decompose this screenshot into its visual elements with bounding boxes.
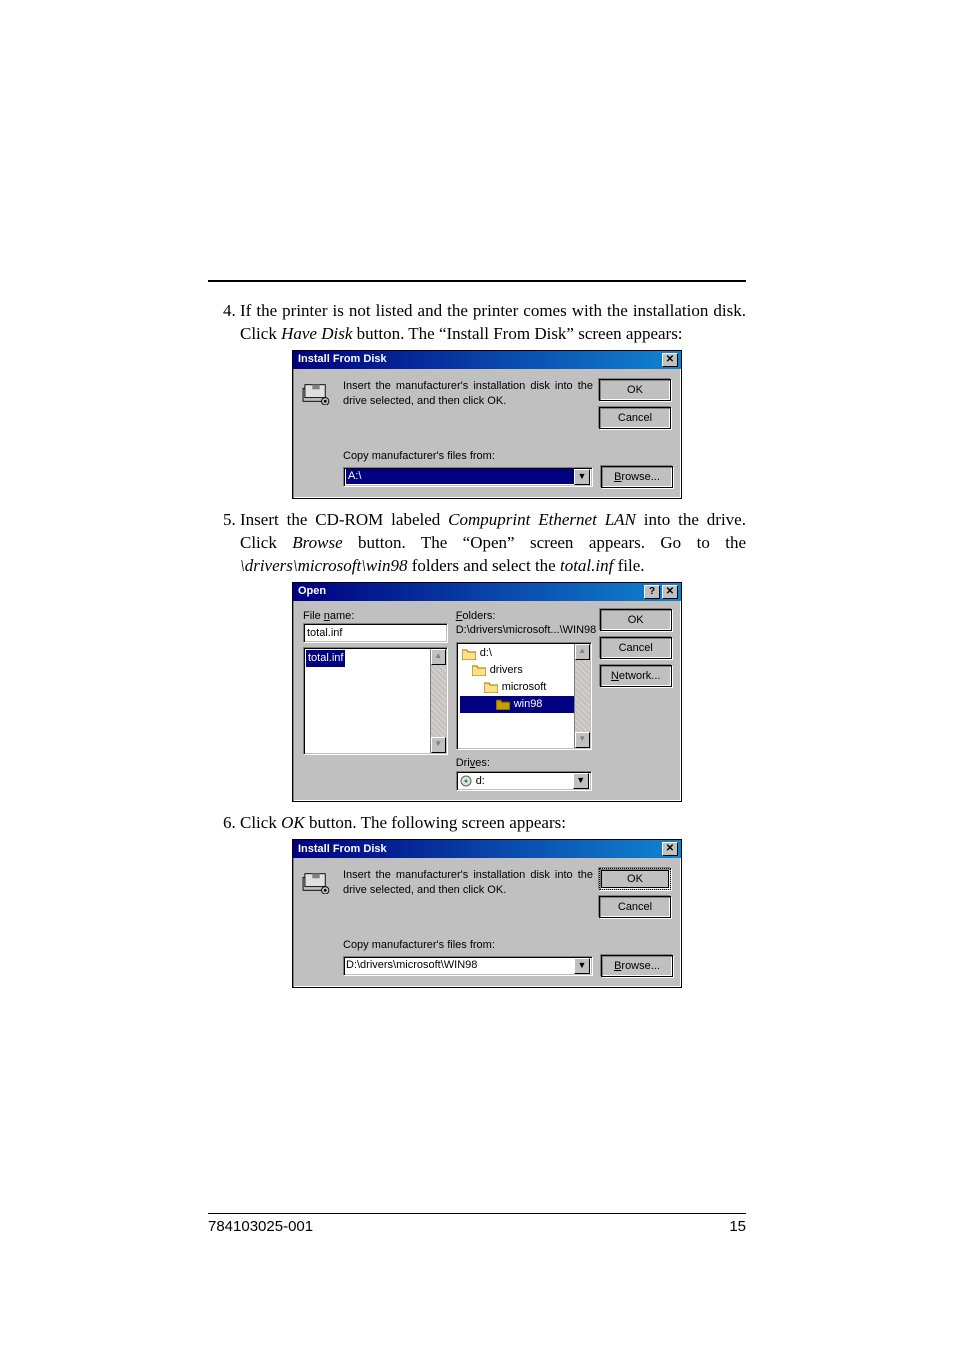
path-value: D:\drivers\microsoft\WIN98 — [346, 958, 574, 973]
chevron-down-icon[interactable]: ▼ — [574, 958, 590, 974]
s5g: folders and select the — [408, 556, 560, 575]
dialog-message: Insert the manufacturer's installation d… — [343, 868, 599, 924]
cancel-button[interactable]: Cancel — [599, 896, 671, 918]
scroll-down-icon[interactable]: ▼ — [575, 732, 590, 748]
drives-label: Drives: — [456, 756, 592, 771]
page-footer: 784103025-001 15 — [208, 1213, 746, 1235]
help-icon[interactable]: ? — [644, 585, 660, 599]
inf-label: total.inf — [560, 556, 613, 575]
cancel-button[interactable]: Cancel — [599, 407, 671, 429]
scrollbar[interactable]: ▲ ▼ — [430, 649, 446, 753]
path-combobox[interactable]: A:\ ▼ — [343, 467, 593, 487]
path-value: A:\ — [346, 469, 574, 484]
folder-tree[interactable]: d:\ drivers microsoft — [456, 642, 592, 750]
copy-from-label: Copy manufacturer's files from: — [343, 449, 673, 464]
install-from-disk-dialog-1: Install From Disk ✕ — [292, 350, 682, 499]
copy-from-label: Copy manufacturer's files from: — [343, 938, 673, 953]
disk-icon — [301, 868, 343, 924]
drive-value: d: — [476, 774, 573, 789]
open-dialog: Open ? ✕ File name: total.inf — [292, 582, 682, 803]
folder-item-microsoft[interactable]: microsoft — [460, 679, 588, 696]
scrollbar[interactable]: ▲ ▼ — [574, 644, 590, 748]
scroll-up-icon[interactable]: ▲ — [431, 649, 446, 665]
s6c: button. The following screen appears: — [305, 813, 566, 832]
have-disk-label: Have Disk — [281, 324, 352, 343]
s5i: file. — [613, 556, 644, 575]
ok-button[interactable]: OK — [599, 379, 671, 401]
close-icon[interactable]: ✕ — [662, 353, 678, 367]
network-button[interactable]: Network... — [600, 665, 672, 687]
step-4-text-c: button. The “Install From Disk” screen a… — [352, 324, 682, 343]
instruction-list: If the printer is not listed and the pri… — [208, 300, 746, 988]
scroll-up-icon[interactable]: ▲ — [575, 644, 590, 660]
browse-label: Browse — [292, 533, 342, 552]
file-listbox[interactable]: total.inf ▲ ▼ — [303, 647, 448, 755]
list-item[interactable]: total.inf — [306, 650, 345, 667]
folders-path: D:\drivers\microsoft...\WIN98 — [456, 623, 592, 638]
s5a: Insert the CD-ROM labeled — [240, 510, 448, 529]
dialog-title: Install From Disk — [296, 352, 660, 367]
top-rule — [208, 280, 746, 282]
dialog-message: Insert the manufacturer's installation d… — [343, 379, 599, 435]
s6a: Click — [240, 813, 281, 832]
cd-drive-icon — [459, 774, 473, 788]
path-label: \drivers\microsoft\win98 — [240, 556, 408, 575]
close-icon[interactable]: ✕ — [662, 842, 678, 856]
chevron-down-icon[interactable]: ▼ — [574, 469, 590, 485]
s5e: button. The “Open” screen appears. Go to… — [343, 533, 746, 552]
titlebar[interactable]: Install From Disk ✕ — [293, 351, 681, 369]
filename-input[interactable] — [303, 623, 448, 643]
dialog-title: Install From Disk — [296, 842, 660, 857]
filename-label: File name: — [303, 609, 448, 624]
browse-button[interactable]: Browse... — [601, 466, 673, 488]
ok-button[interactable]: OK — [599, 868, 671, 890]
footer-doc-number: 784103025-001 — [208, 1218, 729, 1235]
install-from-disk-dialog-2: Install From Disk ✕ — [292, 839, 682, 988]
folder-item-d[interactable]: d:\ — [460, 645, 588, 662]
close-icon[interactable]: ✕ — [662, 585, 678, 599]
drives-combobox[interactable]: d: ▼ — [456, 771, 592, 791]
titlebar[interactable]: Install From Disk ✕ — [293, 840, 681, 858]
path-combobox[interactable]: D:\drivers\microsoft\WIN98 ▼ — [343, 956, 593, 976]
footer-page-number: 15 — [729, 1218, 746, 1235]
step-4: If the printer is not listed and the pri… — [240, 300, 746, 499]
titlebar[interactable]: Open ? ✕ — [293, 583, 681, 601]
step-5: Insert the CD-ROM labeled Compuprint Eth… — [240, 509, 746, 802]
cancel-button[interactable]: Cancel — [600, 637, 672, 659]
folder-item-drivers[interactable]: drivers — [460, 662, 588, 679]
browse-button[interactable]: Browse... — [601, 955, 673, 977]
dialog-title: Open — [296, 584, 642, 599]
ok-button[interactable]: OK — [600, 609, 672, 631]
cd-label: Compuprint Ethernet LAN — [448, 510, 636, 529]
folders-label: Folders: — [456, 609, 592, 624]
folder-item-win98[interactable]: win98 — [460, 696, 588, 713]
ok-label: OK — [281, 813, 305, 832]
chevron-down-icon[interactable]: ▼ — [573, 773, 589, 789]
disk-icon — [301, 379, 343, 435]
step-6: Click OK button. The following screen ap… — [240, 812, 746, 988]
scroll-down-icon[interactable]: ▼ — [431, 737, 446, 753]
